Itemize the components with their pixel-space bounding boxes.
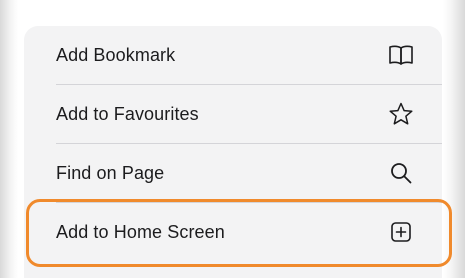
- menu-item-add-bookmark[interactable]: Add Bookmark: [24, 26, 442, 84]
- menu-item-label: Add to Favourites: [56, 103, 199, 124]
- star-icon: [388, 101, 414, 127]
- screenshot-frame: Add Bookmark Add to Favourites Find on P…: [0, 0, 465, 278]
- left-edge-shadow: [0, 0, 18, 278]
- book-icon: [388, 42, 414, 68]
- menu-item-find-on-page[interactable]: Find on Page: [24, 144, 442, 202]
- share-action-sheet: Add Bookmark Add to Favourites Find on P…: [24, 26, 452, 278]
- menu-item-add-to-home-screen[interactable]: Add to Home Screen: [24, 203, 442, 261]
- search-icon: [388, 160, 414, 186]
- right-edge-shadow: [443, 0, 465, 278]
- menu-item-label: Find on Page: [56, 162, 165, 183]
- menu-item-label: Add Bookmark: [56, 44, 176, 65]
- menu-item-add-to-favourites[interactable]: Add to Favourites: [24, 85, 442, 143]
- add-square-icon: [388, 219, 414, 245]
- menu-item-label: Add to Home Screen: [56, 221, 225, 242]
